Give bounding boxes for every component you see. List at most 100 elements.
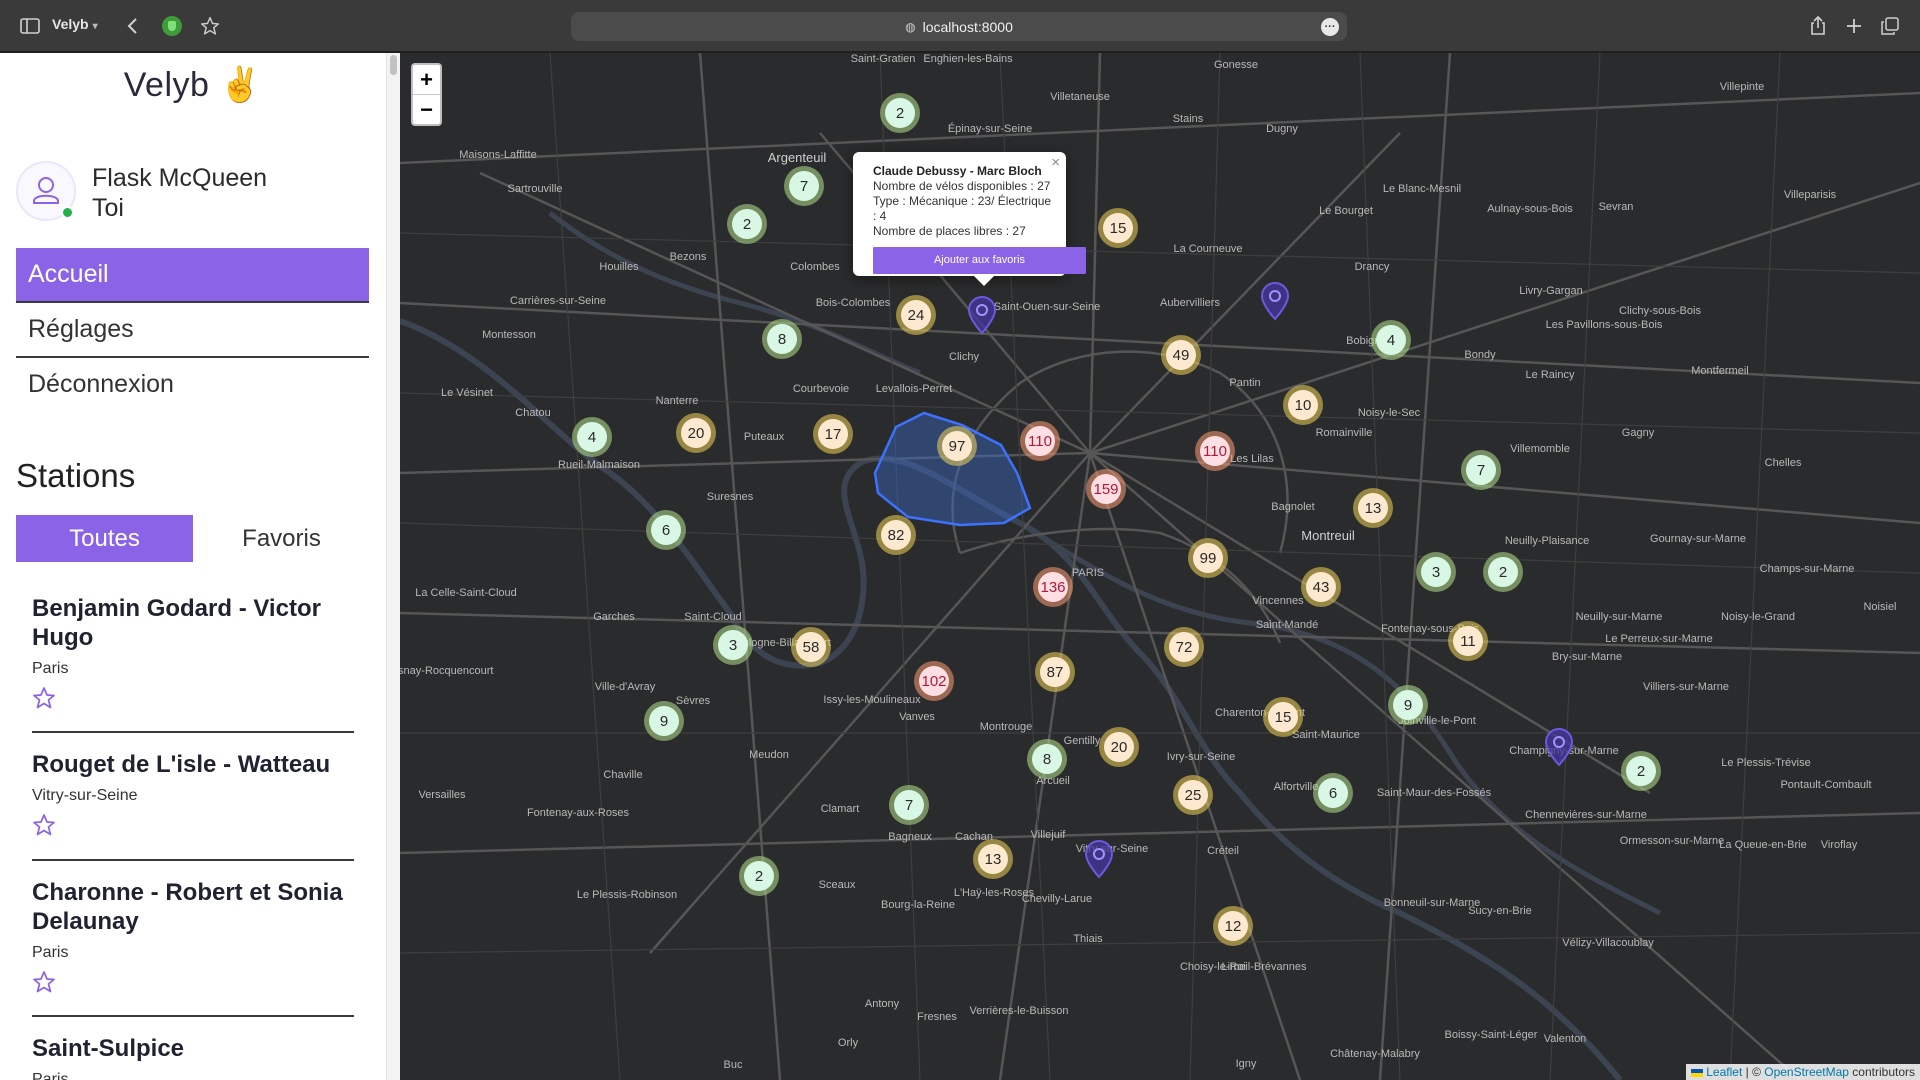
new-tab-icon[interactable] xyxy=(1842,14,1866,38)
tab-toutes[interactable]: Toutes xyxy=(16,515,193,562)
cluster-marker[interactable]: 2 xyxy=(880,93,920,133)
cluster-marker[interactable]: 99 xyxy=(1188,538,1228,578)
cluster-marker[interactable]: 9 xyxy=(1388,685,1428,725)
favorite-star-icon[interactable] xyxy=(32,686,56,710)
place-label: Bry-sur-Marne xyxy=(1551,651,1623,663)
share-icon[interactable] xyxy=(1806,14,1830,38)
map[interactable]: Saint-Gratien Enghien-les-Bains Villetan… xyxy=(400,53,1920,1080)
station-item[interactable]: Rouget de L'isle - Watteau Vitry-sur-Sei… xyxy=(32,750,354,837)
station-item[interactable]: Benjamin Godard - Victor Hugo Paris xyxy=(32,594,354,710)
cluster-marker[interactable]: 4 xyxy=(1371,320,1411,360)
favorite-star-icon[interactable] xyxy=(32,813,56,837)
station-pin-icon[interactable] xyxy=(1259,281,1291,321)
cluster-marker[interactable]: 87 xyxy=(1035,652,1075,692)
place-label: Villetaneuse xyxy=(1050,91,1110,103)
nav-reglages[interactable]: Réglages xyxy=(16,303,369,356)
tab-favoris[interactable]: Favoris xyxy=(193,515,370,562)
nav-accueil[interactable]: Accueil xyxy=(16,248,369,301)
cluster-marker[interactable]: 82 xyxy=(876,515,916,555)
place-label: Dugny xyxy=(1266,123,1298,135)
cluster-marker[interactable]: 43 xyxy=(1301,567,1341,607)
cluster-marker[interactable]: 110 xyxy=(1195,431,1235,471)
cluster-marker[interactable]: 3 xyxy=(1416,552,1456,592)
sidebar: Velyb ✌ Flask McQueen Toi Accueil Réglag… xyxy=(0,53,400,1080)
close-icon[interactable]: × xyxy=(1051,155,1060,170)
zoom-out-button[interactable]: − xyxy=(413,95,440,125)
leaflet-link[interactable]: Leaflet xyxy=(1706,1065,1742,1079)
cluster-marker[interactable]: 7 xyxy=(889,785,929,825)
cluster-marker[interactable]: 110 xyxy=(1020,421,1060,461)
station-pin-icon[interactable] xyxy=(966,295,998,335)
cluster-marker[interactable]: 72 xyxy=(1164,627,1204,667)
cluster-marker[interactable]: 9 xyxy=(644,701,684,741)
station-item[interactable]: Charonne - Robert et Sonia Delaunay Pari… xyxy=(32,878,354,994)
place-label: Courbevoie xyxy=(792,383,850,395)
zoom-in-button[interactable]: + xyxy=(413,65,440,95)
place-label: Le Plessis-Robinson xyxy=(576,889,678,901)
station-divider xyxy=(32,1015,354,1017)
cluster-marker[interactable]: 58 xyxy=(791,627,831,667)
sidebar-toggle-icon[interactable] xyxy=(18,14,42,38)
place-label: Verrières-le-Buisson xyxy=(969,1005,1069,1017)
cluster-count: 17 xyxy=(818,419,848,449)
cluster-marker[interactable]: 49 xyxy=(1161,335,1201,375)
cluster-marker[interactable]: 20 xyxy=(676,413,716,453)
cluster-marker[interactable]: 25 xyxy=(1173,775,1213,815)
browser-profile-menu[interactable]: Velyb ▾ xyxy=(52,16,98,32)
sidebar-scrollbar[interactable] xyxy=(386,53,400,1080)
cluster-marker[interactable]: 12 xyxy=(1213,906,1253,946)
cluster-marker[interactable]: 24 xyxy=(896,295,936,335)
shield-extension-icon[interactable] xyxy=(160,14,184,38)
place-label: Villeparisis xyxy=(1783,189,1837,201)
cluster-marker[interactable]: 6 xyxy=(1313,773,1353,813)
place-label: Bonneuil-sur-Marne xyxy=(1383,897,1481,909)
cluster-marker[interactable]: 6 xyxy=(646,510,686,550)
cluster-marker[interactable]: 97 xyxy=(937,426,977,466)
user-name: Flask McQueen xyxy=(92,164,268,192)
cluster-marker[interactable]: 7 xyxy=(784,166,824,206)
cluster-marker[interactable]: 11 xyxy=(1448,621,1488,661)
cluster-count: 49 xyxy=(1166,340,1196,370)
place-label: Chevilly-Larue xyxy=(1021,893,1093,905)
favorite-star-icon[interactable] xyxy=(32,970,56,994)
osm-link[interactable]: OpenStreetMap xyxy=(1764,1065,1849,1079)
cluster-marker[interactable]: 10 xyxy=(1283,385,1323,425)
add-favorite-button[interactable]: Ajouter aux favoris xyxy=(873,247,1086,274)
avatar[interactable] xyxy=(16,161,76,221)
cluster-marker[interactable]: 2 xyxy=(1621,751,1661,791)
station-pin-icon[interactable] xyxy=(1083,839,1115,879)
tab-overview-icon[interactable] xyxy=(1878,14,1902,38)
cluster-marker[interactable]: 159 xyxy=(1086,469,1126,509)
cluster-marker[interactable]: 15 xyxy=(1263,697,1303,737)
place-label: Thiais xyxy=(1073,933,1103,945)
place-label: Clichy-sous-Bois xyxy=(1619,305,1701,317)
back-icon[interactable] xyxy=(120,14,144,38)
cluster-marker[interactable]: 3 xyxy=(713,625,753,665)
cluster-count: 136 xyxy=(1038,572,1068,602)
nav-deconnexion[interactable]: Déconnexion xyxy=(16,358,369,411)
cluster-marker[interactable]: 4 xyxy=(572,417,612,457)
scrollbar-thumb[interactable] xyxy=(390,55,397,75)
station-pin-icon[interactable] xyxy=(1543,727,1575,767)
station-item[interactable]: Saint-Sulpice Paris xyxy=(32,1034,354,1080)
cluster-marker[interactable]: 17 xyxy=(813,414,853,454)
cluster-marker[interactable]: 15 xyxy=(1098,208,1138,248)
cluster-marker[interactable]: 8 xyxy=(762,319,802,359)
more-icon[interactable]: ··· xyxy=(1321,18,1339,36)
cluster-marker[interactable]: 20 xyxy=(1099,727,1139,767)
cluster-marker[interactable]: 2 xyxy=(727,204,767,244)
cluster-count: 2 xyxy=(885,98,915,128)
cluster-marker[interactable]: 2 xyxy=(1483,552,1523,592)
cluster-marker[interactable]: 2 xyxy=(739,856,779,896)
cluster-marker[interactable]: 13 xyxy=(973,839,1013,879)
cluster-marker[interactable]: 136 xyxy=(1033,567,1073,607)
cluster-marker[interactable]: 7 xyxy=(1461,450,1501,490)
cluster-marker[interactable]: 102 xyxy=(914,661,954,701)
cluster-marker[interactable]: 8 xyxy=(1027,739,1067,779)
app-brand[interactable]: Velyb ✌ xyxy=(0,65,386,105)
cluster-marker[interactable]: 13 xyxy=(1353,488,1393,528)
address-bar[interactable]: ◍ localhost:8000 ··· xyxy=(571,12,1347,41)
bookmark-star-icon[interactable] xyxy=(198,14,222,38)
place-label: Antony xyxy=(864,998,900,1010)
place-label: Chatou xyxy=(515,407,551,419)
